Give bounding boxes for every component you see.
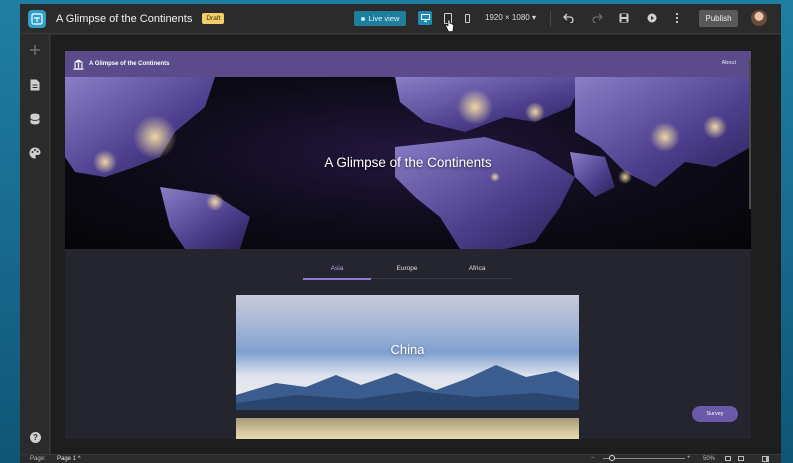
resolution-select[interactable]: 1920 × 1080 ▾ <box>485 13 536 22</box>
page-label: Page: <box>30 456 46 462</box>
landmark-icon <box>73 59 84 70</box>
user-avatar[interactable] <box>751 10 767 26</box>
tab-europe[interactable]: Europe <box>373 265 441 272</box>
app-title[interactable]: A Glimpse of the Continents <box>56 13 192 25</box>
help-icon[interactable]: ? <box>30 432 41 443</box>
undo-icon[interactable] <box>563 13 574 23</box>
data-icon[interactable] <box>28 112 42 126</box>
save-icon[interactable] <box>619 13 629 23</box>
about-link[interactable]: About <box>722 60 736 66</box>
active-tab-indicator <box>303 278 371 280</box>
more-options-icon[interactable] <box>675 12 679 24</box>
add-icon[interactable] <box>28 43 42 57</box>
publish-button[interactable]: Publish <box>699 10 738 27</box>
toolbar-divider <box>550 11 551 27</box>
site-scrollbar[interactable] <box>749 59 751 209</box>
tab-asia[interactable]: Asia <box>303 265 371 272</box>
survey-button[interactable]: Survey <box>692 406 738 422</box>
tab-africa[interactable]: Africa <box>443 265 511 272</box>
redo-icon[interactable] <box>592 13 603 23</box>
zoom-out-icon[interactable]: − <box>591 455 595 461</box>
zoom-level: 50% <box>703 456 716 462</box>
continent-tabs: Asia Europe Africa <box>65 261 751 281</box>
card-title: China <box>390 342 425 357</box>
app-window: A Glimpse of the Continents Draft Live v… <box>20 4 781 463</box>
fit-to-screen-icon[interactable] <box>725 456 731 461</box>
preview-play-icon[interactable] <box>647 13 657 23</box>
site-header: A Glimpse of the Continents About <box>65 51 751 77</box>
next-image-card[interactable] <box>236 418 579 439</box>
page-value: Page 1 <box>57 456 77 462</box>
live-view-button[interactable]: Live view <box>354 11 406 26</box>
live-dot-icon <box>360 16 365 21</box>
phone-device-icon[interactable] <box>465 14 470 23</box>
zoom-slider-handle[interactable] <box>609 455 615 461</box>
toggle-panel-icon[interactable] <box>762 456 769 462</box>
theme-palette-icon[interactable] <box>28 146 42 160</box>
experience-builder-logo-icon[interactable] <box>28 9 46 28</box>
fullscreen-icon[interactable] <box>738 456 744 461</box>
desktop-device-icon[interactable] <box>418 11 432 25</box>
hero-title: A Glimpse of the Continents <box>324 155 492 170</box>
site-preview: A Glimpse of the Continents About A Glim… <box>65 51 751 439</box>
left-sidebar <box>20 35 50 454</box>
zoom-slider-track[interactable] <box>603 458 685 459</box>
zoom-in-icon[interactable]: + <box>687 455 691 461</box>
page-icon[interactable] <box>28 78 42 92</box>
draft-badge: Draft <box>202 13 225 24</box>
page-select[interactable]: Page 1 ^ <box>57 456 81 462</box>
design-canvas: A Glimpse of the Continents About A Glim… <box>51 35 781 454</box>
resolution-value: 1920 × 1080 <box>485 13 530 22</box>
bottom-status-bar: Page: Page 1 ^ − + 50% <box>20 454 781 463</box>
hand-cursor-icon <box>445 20 454 32</box>
site-header-title[interactable]: A Glimpse of the Continents <box>89 61 169 67</box>
china-image-card[interactable]: China <box>236 295 579 410</box>
hero-banner-night-earth: A Glimpse of the Continents <box>65 77 751 249</box>
live-view-label: Live view <box>368 14 400 23</box>
